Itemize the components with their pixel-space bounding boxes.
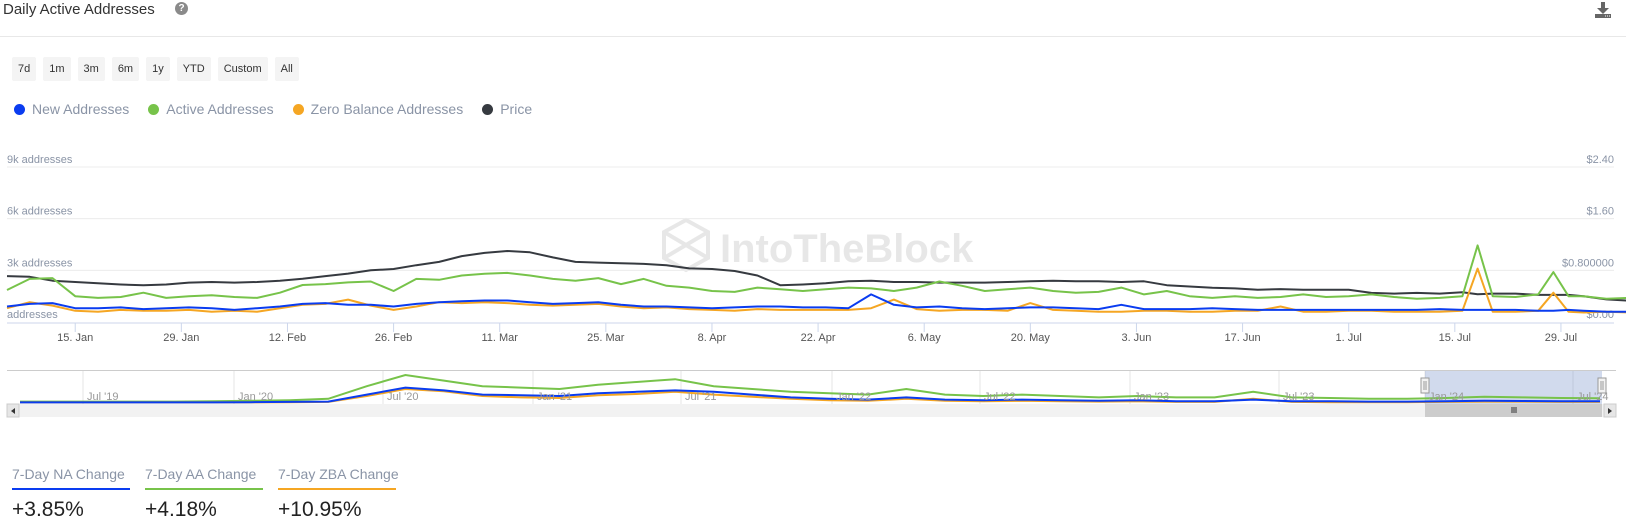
stats-row: 7-Day NA Change +3.85% 7-Day AA Change +… [12,466,399,522]
stat-value: +10.95% [278,498,362,521]
x-tick-label: 17. Jun [1225,332,1261,344]
x-tick-label: 11. Mar [481,332,518,344]
navigator[interactable]: Jul '19 Jan '20 Jul '20 Jan '21 Jul '21 Jan '… [0,370,1626,430]
stat-zba-change: 7-Day ZBA Change +10.95% [278,466,399,522]
right-tick-label: $0.800000 [1562,257,1614,269]
navigator-handle-right[interactable] [1597,377,1607,394]
navigator-tick-label: Jul '20 [387,391,418,403]
stat-aa-change: 7-Day AA Change +4.18% [145,466,263,522]
x-axis: 15. Jan 29. Jan 12. Feb 26. Feb 11. Mar 25. M… [57,323,1577,344]
navigator-handle-left[interactable] [1420,377,1430,394]
navigator-tick-label: Jul '23 [1283,391,1314,403]
left-tick-label: addresses [7,309,58,321]
main-chart[interactable]: IntoTheBlock addresses 3k addresses 6k add… [0,0,1626,350]
left-axis: addresses 3k addresses 6k addresses 9k addr… [7,154,73,321]
left-tick-label: 3k addresses [7,257,73,269]
x-tick-label: 29. Jul [1545,332,1577,344]
x-tick-label: 29. Jan [163,332,199,344]
navigator-top-border [7,370,1616,371]
x-tick-label: 6. May [908,332,942,344]
x-tick-label: 25. Mar [587,332,625,344]
stat-label: 7-Day NA Change [12,466,130,490]
navigator-tick-label: Jul '19 [87,391,118,403]
navigator-tick-label: Jan '22 [836,391,871,403]
right-tick-label: $2.40 [1586,154,1614,166]
x-tick-label: 20. May [1011,332,1051,344]
left-tick-label: 9k addresses [7,154,73,166]
watermark-text: IntoTheBlock [720,227,974,271]
navigator-tick-label: Jan '21 [537,391,572,403]
x-tick-label: 26. Feb [375,332,412,344]
navigator-scrollbar[interactable] [6,403,1617,418]
stat-value: +4.18% [145,498,217,521]
navigator-tick-label: Jan '23 [1134,391,1169,403]
navigator-tick-label: Jul '21 [685,391,716,403]
navigator-tick-label: Jul '22 [984,391,1015,403]
x-tick-label: 15. Jan [57,332,93,344]
x-tick-label: 15. Jul [1439,332,1471,344]
stat-label: 7-Day ZBA Change [278,466,399,490]
watermark: IntoTheBlock [662,217,974,273]
left-tick-label: 6k addresses [7,206,73,218]
stat-na-change: 7-Day NA Change +3.85% [12,466,130,522]
navigator-tick-label: Jan '24 [1429,391,1464,403]
x-tick-label: 12. Feb [269,332,306,344]
x-tick-label: 1. Jul [1336,332,1362,344]
x-tick-label: 8. Apr [698,332,727,344]
navigator-tick-label: Jan '20 [238,391,273,403]
stat-label: 7-Day AA Change [145,466,263,490]
x-tick-label: 3. Jun [1121,332,1151,344]
x-tick-label: 22. Apr [801,332,836,344]
stat-value: +3.85% [12,498,84,521]
right-tick-label: $1.60 [1586,206,1614,218]
